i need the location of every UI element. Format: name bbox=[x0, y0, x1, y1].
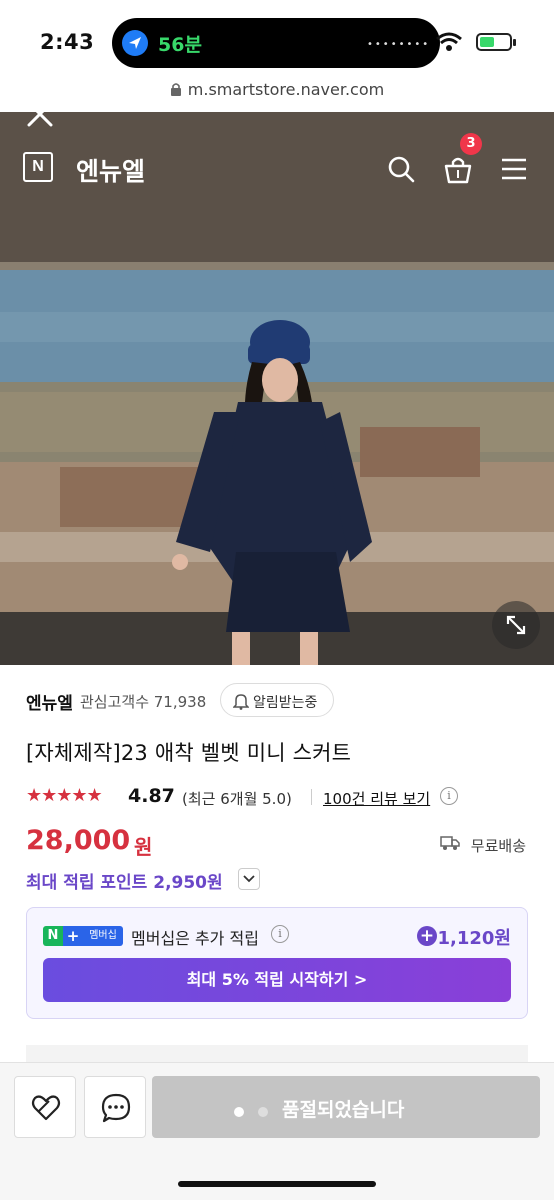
bell-icon bbox=[233, 694, 249, 710]
battery-icon bbox=[476, 33, 512, 51]
url-text: m.smartstore.naver.com bbox=[187, 80, 385, 99]
badge-text: 멤버십 bbox=[83, 926, 123, 946]
close-icon[interactable] bbox=[26, 112, 54, 128]
signal-dots: •••••••• bbox=[367, 39, 431, 50]
rating-stars: ★★★★★ bbox=[26, 785, 103, 806]
points-toggle-button[interactable] bbox=[238, 868, 260, 890]
page-dot bbox=[258, 1107, 268, 1117]
talk-button[interactable] bbox=[84, 1076, 146, 1138]
membership-box: N + 멤버십 멤버십은 추가 적립 i + 1,120원 최대 5% 적립 시… bbox=[26, 907, 528, 1019]
points-row: 최대 적립 포인트 2,950원 bbox=[26, 868, 536, 894]
price-unit: 원 bbox=[134, 835, 153, 859]
navigation-eta: 56분 bbox=[158, 34, 202, 56]
page-dots bbox=[234, 1102, 282, 1121]
product-title: [자체제작]23 애착 벨벳 미니 스커트 bbox=[26, 741, 352, 765]
expand-image-button[interactable] bbox=[492, 601, 540, 649]
url-bar[interactable]: m.smartstore.naver.com bbox=[0, 80, 554, 110]
review-link[interactable]: 100건 리뷰 보기 bbox=[323, 788, 430, 809]
truck-icon bbox=[440, 836, 460, 850]
cart-count-badge: 3 bbox=[460, 133, 482, 155]
heart-icon bbox=[31, 1095, 61, 1121]
seller-name[interactable]: 엔뉴엘 bbox=[26, 689, 73, 714]
badge-plus: + bbox=[63, 926, 83, 946]
rating-recent: (최근 6개월 5.0) bbox=[182, 790, 292, 808]
seller-followers: 관심고객수 71,938 bbox=[80, 693, 207, 711]
membership-info-icon[interactable]: i bbox=[271, 925, 289, 943]
hero-photo bbox=[0, 112, 554, 665]
bottom-action-bar: 품절되었습니다 bbox=[0, 1062, 554, 1200]
max-points: 최대 적립 포인트 2,950원 bbox=[26, 873, 223, 893]
n-logo-icon[interactable]: N bbox=[23, 152, 53, 182]
rating-row: ★★★★★ 4.87 (최근 6개월 5.0) 100건 리뷰 보기 i bbox=[26, 785, 536, 809]
info-icon[interactable]: i bbox=[440, 787, 458, 805]
seller-row: 엔뉴엘 관심고객수 71,938 알림받는중 bbox=[26, 683, 536, 719]
soldout-button[interactable]: 품절되었습니다 bbox=[152, 1076, 540, 1138]
notification-follow-button[interactable]: 알림받는중 bbox=[220, 683, 334, 717]
shipping-label: 무료배송 bbox=[470, 837, 526, 855]
price-row: 28,000 원 무료배송 bbox=[26, 825, 536, 861]
store-name[interactable]: 엔뉴엘 bbox=[76, 152, 145, 188]
lock-icon bbox=[170, 81, 182, 96]
membership-text: 멤버십은 추가 적립 bbox=[131, 929, 259, 948]
status-time: 2:43 bbox=[40, 30, 95, 54]
wishlist-button[interactable] bbox=[14, 1076, 76, 1138]
price: 28,000 bbox=[26, 825, 131, 856]
status-icons bbox=[436, 30, 536, 54]
follow-label: 알림받는중 bbox=[253, 695, 318, 711]
battery-fill bbox=[480, 37, 494, 47]
plus-circle-icon: + bbox=[417, 926, 437, 946]
soldout-label: 품절되었습니다 bbox=[282, 1099, 405, 1121]
page-dot-active bbox=[234, 1107, 244, 1117]
membership-points: 1,120원 bbox=[437, 928, 512, 949]
wifi-icon bbox=[436, 32, 462, 51]
battery-tip bbox=[513, 39, 516, 46]
product-hero-image[interactable]: N 엔뉴엘 3 bbox=[0, 112, 554, 665]
naver-plus-badge: N + 멤버십 bbox=[43, 926, 123, 946]
badge-n: N bbox=[43, 926, 63, 946]
chevron-down-icon bbox=[243, 875, 255, 883]
dynamic-island: 56분 •••••••• bbox=[112, 18, 440, 68]
menu-icon[interactable] bbox=[500, 156, 528, 182]
rating-score: 4.87 bbox=[128, 785, 175, 807]
status-and-url-area: 2:43 56분 •••••••• m.smartstore.naver.com bbox=[0, 0, 554, 112]
chat-icon bbox=[101, 1093, 131, 1123]
divider bbox=[311, 789, 312, 805]
navigation-arrow-icon bbox=[122, 30, 148, 56]
home-indicator bbox=[178, 1181, 376, 1187]
start-membership-button[interactable]: 최대 5% 적립 시작하기 > bbox=[43, 958, 511, 1002]
cart-icon[interactable] bbox=[442, 154, 474, 186]
search-icon[interactable] bbox=[386, 154, 416, 184]
expand-icon bbox=[506, 615, 526, 635]
